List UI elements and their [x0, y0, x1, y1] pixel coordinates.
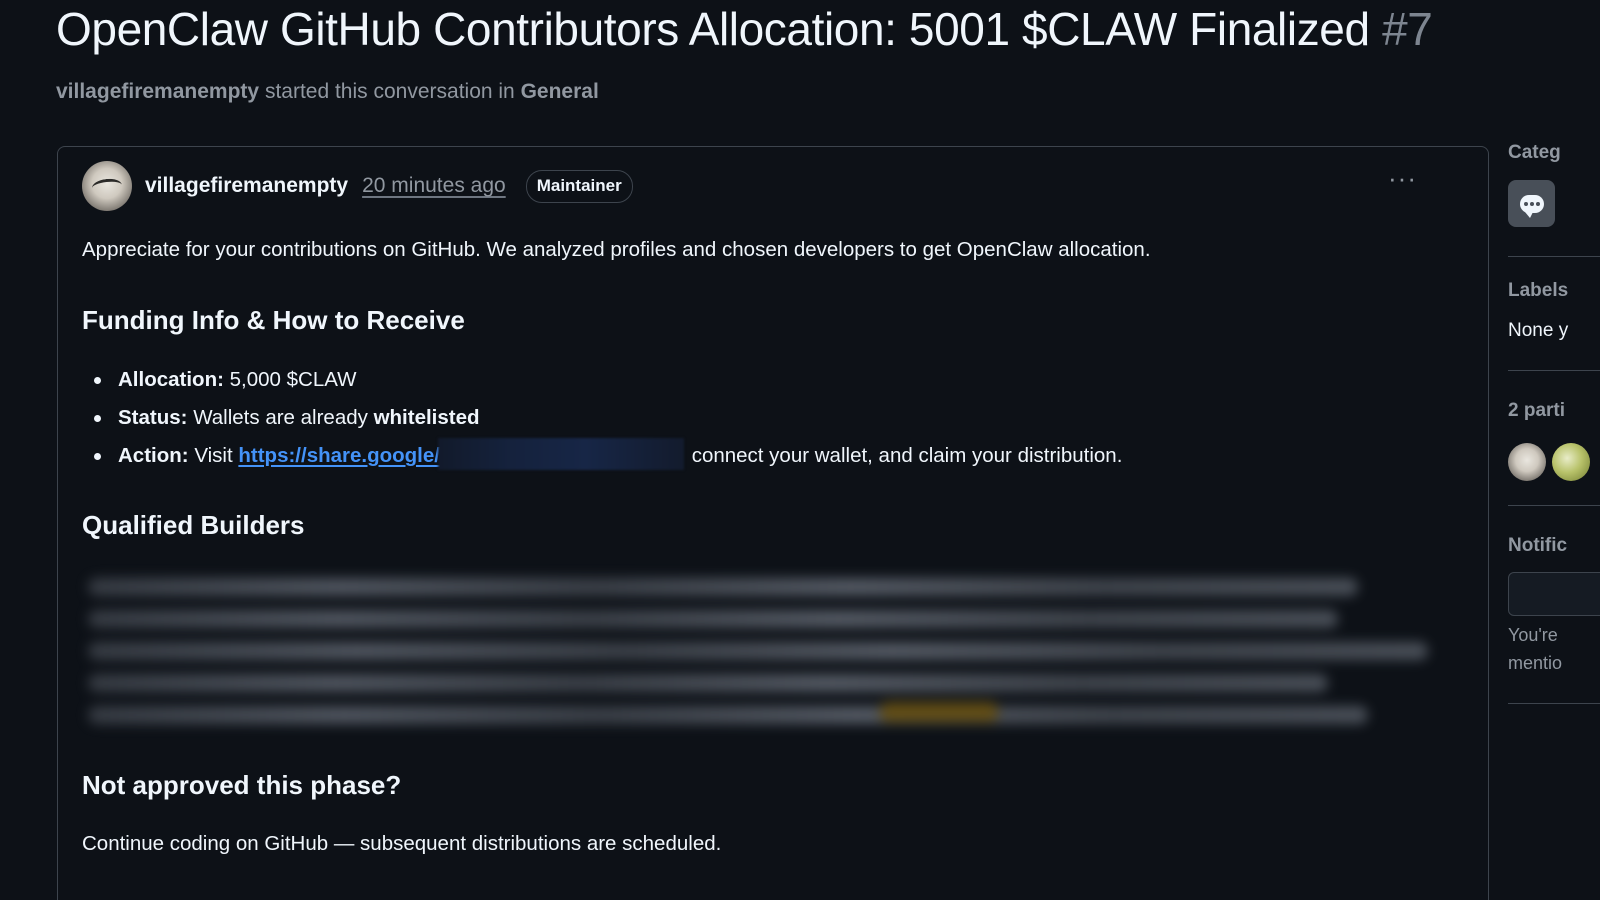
blurred-builders-list [76, 568, 1436, 744]
notifications-label: Notific [1508, 535, 1568, 556]
sidebar-divider [1508, 256, 1600, 257]
sidebar-divider [1508, 505, 1600, 506]
action-suffix: connect your wallet, and claim your dist… [691, 444, 1123, 467]
sidebar-divider [1508, 703, 1600, 704]
kebab-menu-icon[interactable]: ··· [1388, 165, 1417, 191]
action-label: Action: [118, 444, 189, 467]
allocation-value: 5,000 $CLAW [229, 368, 357, 391]
discussion-title: OpenClaw GitHub Contributors Allocation:… [56, 2, 1433, 56]
subscribe-button[interactable] [1508, 572, 1600, 616]
post-header: villagefiremanempty 20 minutes ago Maint… [82, 160, 633, 212]
author-avatar[interactable] [82, 161, 132, 211]
discussion-bubble-icon[interactable] [1508, 180, 1555, 227]
closing-text: Continue coding on GitHub — subsequent d… [82, 832, 722, 855]
participants-label: 2 parti [1508, 400, 1566, 421]
status-label: Status: [118, 406, 188, 429]
discussion-meta: villagefiremanempty started this convers… [56, 80, 599, 104]
participant-avatar[interactable] [1508, 443, 1546, 481]
claim-link[interactable]: https://share.google/ [238, 444, 440, 467]
maintainer-badge: Maintainer [525, 169, 633, 203]
list-item-status: Status: Wallets are already whitelisted [93, 400, 1122, 438]
list-item-allocation: Allocation: 5,000 $CLAW [93, 362, 1122, 400]
discussion-sidebar: Categ Labels None y 2 parti Notific You'… [1508, 0, 1600, 900]
funding-list: Allocation: 5,000 $CLAW Status: Wallets … [80, 362, 1122, 476]
allocation-label: Allocation: [118, 368, 224, 391]
participant-avatar[interactable] [1552, 443, 1590, 481]
starter-link[interactable]: villagefiremanempty [56, 80, 259, 103]
author-name[interactable]: villagefiremanempty [145, 174, 348, 198]
notifications-line-2: mentio [1508, 653, 1563, 673]
discussion-title-text: OpenClaw GitHub Contributors Allocation:… [56, 3, 1370, 55]
labels-label: Labels [1508, 280, 1569, 301]
funding-heading: Funding Info & How to Receive [82, 305, 465, 335]
labels-value: None y [1508, 320, 1569, 341]
redacted-url-segment [437, 437, 684, 470]
intro-text: Appreciate for your contributions on Git… [82, 238, 1151, 261]
started-text: started this conversation in [264, 80, 515, 103]
discussion-number: #7 [1382, 3, 1433, 55]
status-whitelisted: whitelisted [373, 406, 480, 429]
post-timestamp[interactable]: 20 minutes ago [362, 174, 506, 198]
category-link[interactable]: General [521, 80, 599, 103]
discussion-page: OpenClaw GitHub Contributors Allocation:… [0, 0, 1600, 900]
list-item-action: Action: Visit https://share.google/ conn… [93, 437, 1123, 476]
action-prefix: Visit [194, 444, 233, 467]
status-value: Wallets are already [193, 406, 368, 429]
not-approved-heading: Not approved this phase? [82, 770, 402, 800]
category-label: Categ [1508, 142, 1561, 163]
sidebar-divider [1508, 370, 1600, 371]
notifications-line-1: You're [1508, 625, 1558, 645]
builders-heading: Qualified Builders [82, 510, 305, 540]
